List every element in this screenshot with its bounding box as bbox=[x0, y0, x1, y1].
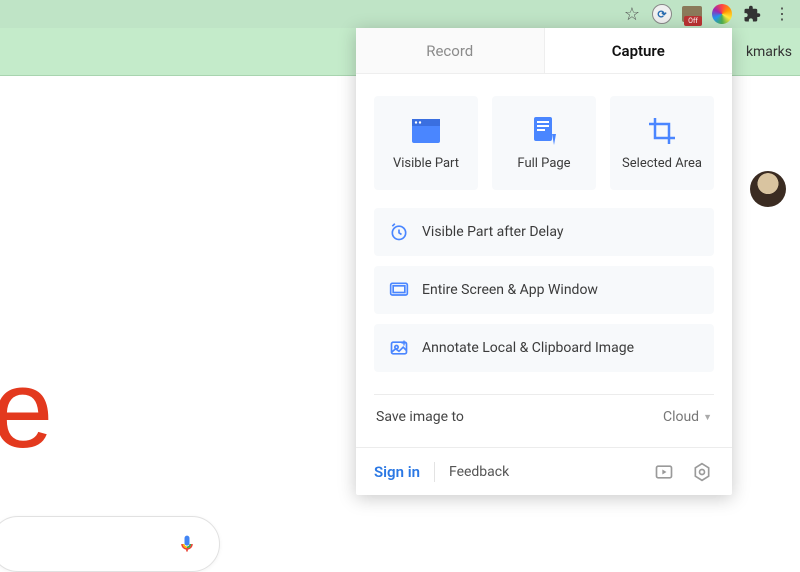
screen-icon bbox=[388, 279, 410, 301]
voice-search-icon[interactable] bbox=[177, 534, 197, 554]
popup-footer: Sign in Feedback bbox=[356, 447, 732, 495]
save-label: Save image to bbox=[376, 409, 464, 425]
capture-visible-part-button[interactable]: Visible Part bbox=[374, 96, 478, 190]
crop-icon bbox=[647, 116, 677, 146]
row-label: Entire Screen & App Window bbox=[422, 282, 598, 298]
search-input[interactable] bbox=[0, 516, 220, 572]
row-label: Annotate Local & Clipboard Image bbox=[422, 340, 634, 356]
row-label: Visible Part after Delay bbox=[422, 224, 563, 240]
save-dest-value: Cloud bbox=[663, 409, 699, 425]
profile-avatar[interactable] bbox=[750, 171, 786, 207]
capture-selected-area-button[interactable]: Selected Area bbox=[610, 96, 714, 190]
bookmark-star-icon[interactable]: ☆ bbox=[622, 4, 642, 24]
extension-folder-icon[interactable]: Off bbox=[682, 4, 702, 24]
capture-full-page-button[interactable]: Full Page bbox=[492, 96, 596, 190]
save-destination-row: Save image to Cloud ▼ bbox=[374, 409, 714, 439]
popup-tabs: Record Capture bbox=[356, 28, 732, 74]
card-label: Full Page bbox=[517, 156, 570, 171]
extension-off-badge: Off bbox=[684, 16, 702, 26]
card-label: Selected Area bbox=[622, 156, 702, 171]
google-logo-fragment: e bbox=[0, 346, 53, 473]
capture-after-delay-button[interactable]: Visible Part after Delay bbox=[374, 208, 714, 256]
capture-entire-screen-button[interactable]: Entire Screen & App Window bbox=[374, 266, 714, 314]
browser-toolbar: ☆ ⟳ Off ⋮ bbox=[0, 0, 800, 28]
settings-icon[interactable] bbox=[690, 460, 714, 484]
sign-in-link[interactable]: Sign in bbox=[374, 463, 420, 481]
feedback-link[interactable]: Feedback bbox=[449, 464, 509, 480]
extension-recorder-icon[interactable]: ⟳ bbox=[652, 4, 672, 24]
library-icon[interactable] bbox=[652, 460, 676, 484]
divider bbox=[434, 462, 435, 482]
tab-capture[interactable]: Capture bbox=[545, 28, 733, 73]
save-destination-dropdown[interactable]: Cloud ▼ bbox=[663, 409, 712, 425]
extension-colorpicker-icon[interactable] bbox=[712, 4, 732, 24]
window-icon bbox=[411, 116, 441, 146]
page-scroll-icon bbox=[529, 116, 559, 146]
annotate-image-button[interactable]: Annotate Local & Clipboard Image bbox=[374, 324, 714, 372]
divider bbox=[374, 394, 714, 395]
browser-menu-icon[interactable]: ⋮ bbox=[772, 4, 792, 24]
bookmarks-label[interactable]: kmarks bbox=[746, 44, 792, 60]
image-upload-icon bbox=[388, 337, 410, 359]
chevron-down-icon: ▼ bbox=[703, 412, 712, 423]
extension-popup: Record Capture Visible Part Full Page bbox=[356, 28, 732, 495]
timer-icon bbox=[388, 221, 410, 243]
tab-record[interactable]: Record bbox=[356, 28, 545, 73]
extensions-puzzle-icon[interactable] bbox=[742, 4, 762, 24]
card-label: Visible Part bbox=[393, 156, 459, 171]
